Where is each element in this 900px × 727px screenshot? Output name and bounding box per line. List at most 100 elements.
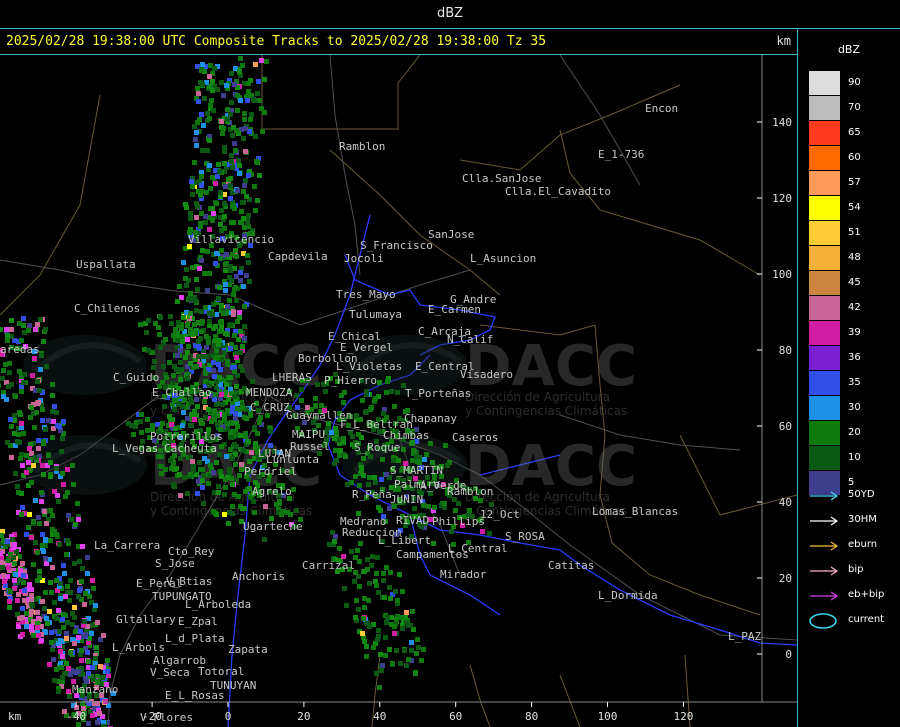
echo-pixel <box>79 579 84 584</box>
echo-pixel <box>252 425 257 430</box>
echo-pixel <box>244 273 249 278</box>
echo-pixel <box>238 364 243 369</box>
place-label: Russel <box>290 440 330 453</box>
track-arrow-icon <box>810 541 839 551</box>
echo-pixel <box>152 359 157 364</box>
echo-pixel <box>288 512 293 517</box>
echo-pixel <box>181 315 186 320</box>
echo-pixel <box>170 417 175 422</box>
echo-pixel <box>168 314 173 319</box>
echo-pixel <box>341 400 346 405</box>
echo-pixel <box>138 322 143 327</box>
echo-pixel <box>202 96 207 101</box>
echo-pixel <box>179 326 184 331</box>
echo-pixel <box>157 332 162 337</box>
echo-pixel <box>139 430 144 435</box>
echo-pixel <box>52 600 57 605</box>
echo-pixel <box>392 404 397 409</box>
echo-pixel <box>171 482 176 487</box>
echo-pixel <box>47 662 52 667</box>
echo-pixel <box>319 403 324 408</box>
echo-pixel <box>12 578 17 583</box>
echo-pixel <box>65 538 70 543</box>
echo-pixel <box>384 620 389 625</box>
echo-pixel <box>207 319 212 324</box>
echo-pixel <box>20 561 25 566</box>
echo-pixel <box>97 711 102 716</box>
radar-map[interactable]: DACCDirección de Agriculturay Contingenc… <box>0 55 797 727</box>
place-label: TUNUYAN <box>210 679 256 692</box>
echo-pixel <box>43 537 48 542</box>
echo-pixel <box>249 450 254 455</box>
echo-pixel <box>229 100 234 105</box>
echo-pixel <box>381 578 386 583</box>
echo-pixel <box>237 315 242 320</box>
echo-pixel <box>480 529 485 534</box>
echo-pixel <box>358 541 363 546</box>
echo-pixel <box>195 404 200 409</box>
echo-pixel <box>24 453 29 458</box>
echo-pixel <box>219 303 224 308</box>
echo-pixel <box>61 482 66 487</box>
echo-pixel <box>355 548 360 553</box>
echo-pixel <box>33 327 38 332</box>
echo-pixel <box>467 508 472 513</box>
echo-pixel <box>238 350 243 355</box>
echo-pixel <box>169 422 174 427</box>
track-key-current: current <box>808 612 898 629</box>
echo-pixel <box>1 573 6 578</box>
echo-pixel <box>72 605 77 610</box>
place-label: Villavicencio <box>188 233 274 246</box>
echo-pixel <box>370 554 375 559</box>
echo-pixel <box>489 502 494 507</box>
echo-pixel <box>218 190 223 195</box>
echo-pixel <box>17 321 22 326</box>
echo-pixel <box>76 517 81 522</box>
echo-pixel <box>180 404 185 409</box>
echo-pixel <box>207 116 212 121</box>
place-label: R_Peña <box>352 488 392 501</box>
echo-pixel <box>68 672 73 677</box>
echo-pixel <box>181 410 186 415</box>
echo-pixel <box>233 462 238 467</box>
echo-pixel <box>238 329 243 334</box>
echo-pixel <box>210 175 215 180</box>
echo-pixel <box>227 510 232 515</box>
echo-pixel <box>226 521 231 526</box>
echo-pixel <box>216 342 221 347</box>
echo-pixel <box>168 458 173 463</box>
echo-pixel <box>196 91 201 96</box>
echo-pixel <box>37 521 42 526</box>
echo-pixel <box>105 669 110 674</box>
echo-pixel <box>262 537 267 542</box>
echo-pixel <box>26 460 31 465</box>
echo-pixel <box>65 584 70 589</box>
echo-pixel <box>195 287 200 292</box>
radar-main-panel[interactable]: 2025/02/28 19:38:00 UTC Composite Tracks… <box>0 29 798 727</box>
echo-pixel <box>186 344 191 349</box>
place-label: Tres_Mayo <box>336 288 396 301</box>
echo-pixel <box>54 667 59 672</box>
echo-pixel <box>199 183 204 188</box>
echo-pixel <box>376 590 381 595</box>
place-label: Totoral <box>198 665 244 678</box>
echo-pixel <box>453 508 458 513</box>
echo-pixel <box>199 174 204 179</box>
echo-pixel <box>378 652 383 657</box>
echo-pixel <box>424 452 429 457</box>
echo-pixel <box>45 621 50 626</box>
echo-pixel <box>230 165 235 170</box>
echo-pixel <box>202 399 207 404</box>
echo-pixel <box>61 563 66 568</box>
echo-pixel <box>5 440 10 445</box>
echo-pixel <box>228 196 233 201</box>
echo-pixel <box>445 463 450 468</box>
echo-pixel <box>384 472 389 477</box>
echo-pixel <box>313 403 318 408</box>
echo-pixel <box>51 657 56 662</box>
legend-swatch <box>809 246 840 271</box>
echo-pixel <box>189 412 194 417</box>
echo-pixel <box>238 98 243 103</box>
echo-pixel <box>219 119 224 124</box>
echo-pixel <box>1 394 6 399</box>
